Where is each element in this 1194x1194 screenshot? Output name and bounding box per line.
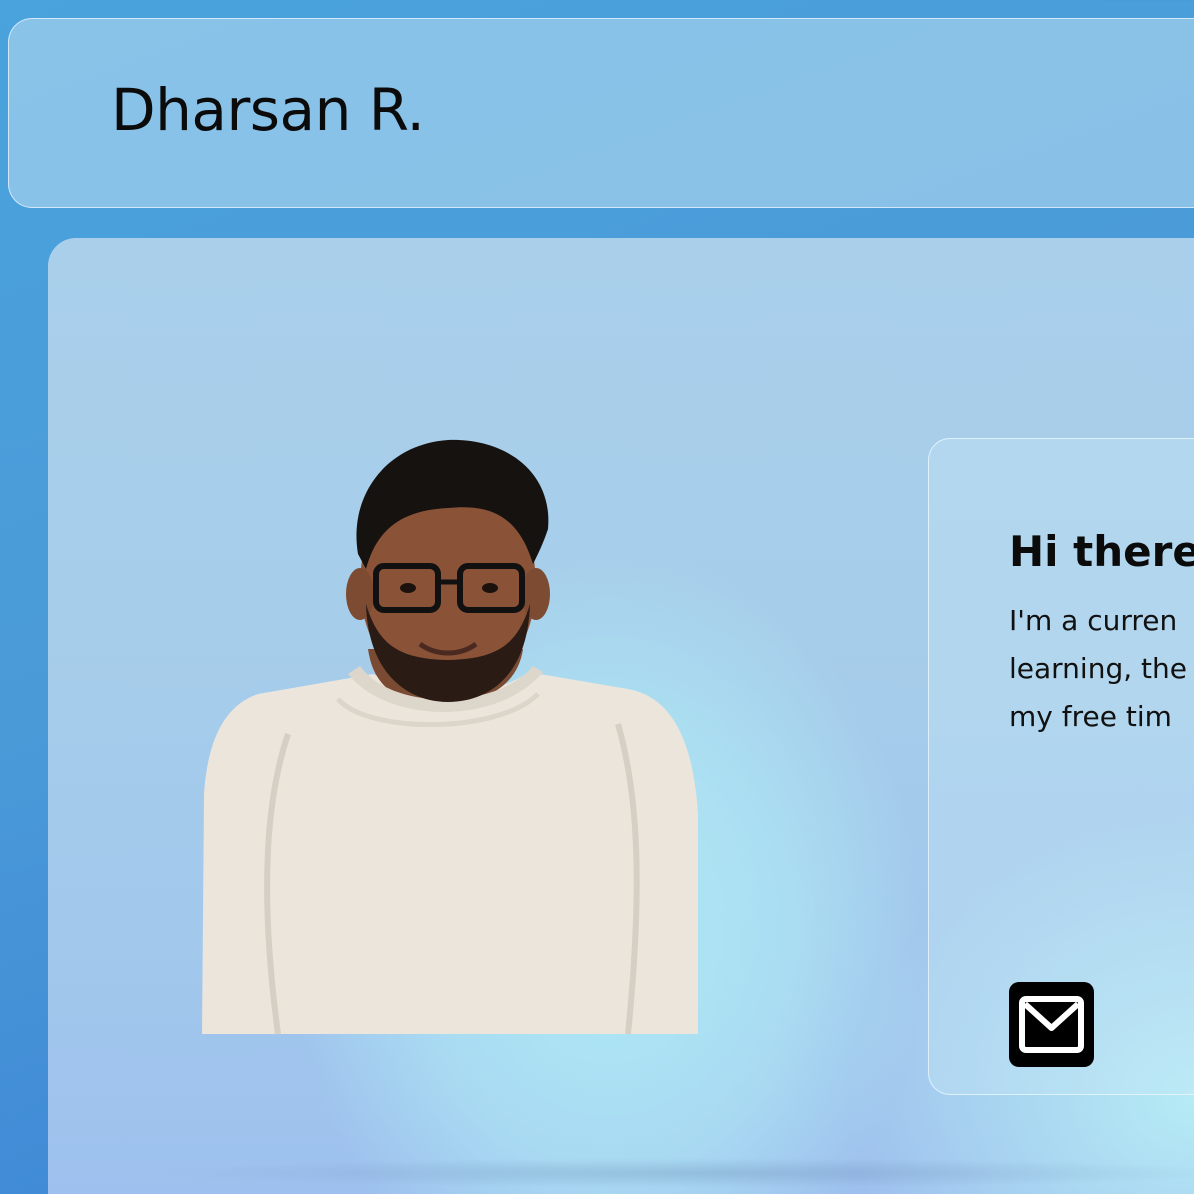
intro-line-3: my free tim [1009, 700, 1172, 733]
intro-heading: Hi there [1009, 527, 1194, 576]
hero-section: Hi there I'm a curren learning, the my f… [48, 238, 1194, 1194]
intro-line-2: learning, the [1009, 652, 1187, 685]
email-button[interactable] [1009, 982, 1094, 1067]
mail-icon [1019, 996, 1084, 1053]
intro-card: Hi there I'm a curren learning, the my f… [928, 438, 1194, 1095]
site-title[interactable]: Dharsan R. [111, 81, 425, 139]
intro-line-1: I'm a curren [1009, 604, 1178, 637]
panel-shadow [148, 1158, 1194, 1188]
site-header: Dharsan R. [8, 18, 1194, 208]
profile-photo [202, 439, 698, 1035]
intro-text: I'm a curren learning, the my free tim [1009, 597, 1194, 741]
